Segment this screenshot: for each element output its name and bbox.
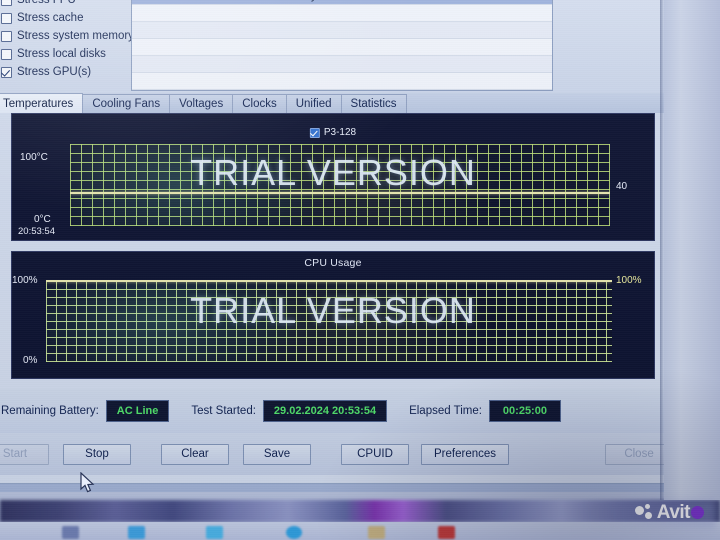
tab-label: Clocks bbox=[242, 98, 277, 110]
log-row-empty[interactable] bbox=[132, 39, 552, 56]
option-stress-gpus[interactable]: Stress GPU(s) bbox=[1, 63, 129, 81]
option-label: Stress FPU bbox=[17, 0, 76, 6]
taskbar-icon-browser[interactable] bbox=[128, 526, 145, 539]
battery-label: Remaining Battery: bbox=[1, 405, 99, 417]
log-timestamp: 29.02.2024 20:54:00 bbox=[132, 0, 278, 2]
taskbar-icon-media[interactable] bbox=[438, 526, 455, 539]
taskbar-icon-round-app[interactable] bbox=[286, 526, 302, 539]
avito-wordmark: Avit bbox=[657, 503, 704, 522]
button-label: Start bbox=[2, 448, 28, 460]
option-stress-cache[interactable]: Stress cache bbox=[1, 9, 129, 27]
checkbox-stress-local-disks[interactable] bbox=[1, 48, 12, 60]
button-label: Stop bbox=[85, 448, 109, 460]
taskbar-icon-app[interactable] bbox=[206, 526, 223, 539]
button-label: Close bbox=[624, 448, 654, 460]
temperature-y-min-label: 0°C bbox=[34, 214, 51, 225]
save-button[interactable]: Save bbox=[243, 443, 311, 465]
test-started-value: 29.02.2024 20:53:54 bbox=[262, 400, 388, 422]
cpuid-button[interactable]: CPUID bbox=[341, 443, 409, 465]
tab-label: Temperatures bbox=[3, 97, 74, 110]
log-row-empty[interactable] bbox=[132, 5, 552, 22]
tab-label: Unified bbox=[295, 98, 332, 110]
start-button[interactable]: Start bbox=[0, 443, 49, 465]
graph-tab-bar: Temperatures Cooling Fans Voltages Clock… bbox=[0, 93, 673, 113]
tab-unified[interactable]: Unified bbox=[285, 94, 342, 113]
tab-label: Statistics bbox=[350, 98, 397, 110]
temperature-graph-panel: P3-128 100°C 0°C 20:53:54 40 TRIAL VERSI… bbox=[11, 113, 655, 241]
button-bar: Start Stop Clear Save CPUID Preferences … bbox=[0, 433, 673, 475]
taskbar-icon-folder[interactable] bbox=[368, 526, 385, 539]
avito-o-dot-icon bbox=[691, 506, 704, 519]
cpu-usage-graph-panel: CPU Usage 100% 0% 100% TRIAL VERSION bbox=[11, 251, 655, 379]
temperature-current-value: 40 bbox=[616, 181, 628, 192]
tab-label: Voltages bbox=[179, 98, 224, 110]
button-label: CPUID bbox=[357, 448, 393, 460]
cpu-usage-y-min-label: 0% bbox=[23, 355, 38, 366]
battery-value: AC Line bbox=[105, 400, 170, 422]
stop-button[interactable]: Stop bbox=[63, 443, 131, 465]
checkbox-stress-system-memory[interactable] bbox=[1, 30, 12, 42]
tab-statistics[interactable]: Statistics bbox=[340, 94, 407, 113]
log-message: Stability Test: Started bbox=[278, 0, 381, 2]
avito-watermark: Avit bbox=[634, 503, 704, 522]
option-label: Stress local disks bbox=[17, 48, 106, 60]
temperature-legend[interactable]: P3-128 bbox=[309, 127, 357, 138]
monitor-photo: Stress FPU Stress cache Stress system me… bbox=[0, 0, 720, 540]
event-log-list[interactable]: 29.02.2024 20:54:00 Stability Test: Star… bbox=[131, 0, 553, 91]
temperature-grid bbox=[70, 144, 610, 226]
tab-clocks[interactable]: Clocks bbox=[232, 94, 287, 113]
stress-options-group: Stress FPU Stress cache Stress system me… bbox=[1, 0, 134, 81]
clear-button[interactable]: Clear bbox=[161, 443, 229, 465]
button-label: Save bbox=[263, 448, 291, 460]
cpu-usage-y-max-label: 100% bbox=[12, 275, 38, 286]
preferences-button[interactable]: Preferences bbox=[421, 443, 510, 465]
aida64-stability-test-window: Stress FPU Stress cache Stress system me… bbox=[0, 0, 674, 484]
test-started-label: Test Started: bbox=[191, 405, 256, 417]
status-bar: Remaining Battery: AC Line Test Started:… bbox=[0, 389, 673, 433]
mouse-cursor bbox=[80, 471, 96, 499]
checkbox-stress-cache[interactable] bbox=[1, 12, 12, 24]
tab-voltages[interactable]: Voltages bbox=[169, 94, 234, 113]
option-label: Stress GPU(s) bbox=[17, 66, 92, 78]
tab-temperatures[interactable]: Temperatures bbox=[0, 93, 84, 113]
option-label: Stress system memory bbox=[17, 30, 134, 42]
cpu-usage-grid bbox=[46, 280, 612, 362]
temperature-x-start-label: 20:53:54 bbox=[18, 226, 55, 237]
checkbox-stress-gpus[interactable] bbox=[1, 66, 12, 78]
log-row-empty[interactable] bbox=[132, 56, 552, 73]
button-label: Clear bbox=[181, 448, 209, 460]
tab-cooling-fans[interactable]: Cooling Fans bbox=[82, 94, 171, 113]
taskbar-icon-explorer[interactable] bbox=[62, 526, 79, 539]
option-label: Stress cache bbox=[17, 12, 84, 24]
tab-label: Cooling Fans bbox=[92, 98, 161, 110]
avito-dots-icon bbox=[634, 504, 654, 521]
checkbox-stress-fpu[interactable] bbox=[1, 0, 12, 6]
option-stress-fpu[interactable]: Stress FPU bbox=[1, 0, 129, 9]
cpu-usage-series-line bbox=[46, 280, 612, 282]
cpu-usage-plot-area bbox=[46, 280, 612, 362]
desktop-background-right bbox=[664, 0, 720, 500]
elapsed-time-label: Elapsed Time: bbox=[409, 405, 482, 417]
top-section: Stress FPU Stress cache Stress system me… bbox=[0, 0, 673, 93]
log-row-empty[interactable] bbox=[132, 73, 552, 90]
option-stress-system-memory[interactable]: Stress system memory bbox=[1, 27, 134, 45]
temperature-series-line bbox=[70, 192, 610, 194]
elapsed-time-value: 00:25:00 bbox=[488, 400, 561, 422]
log-row-empty[interactable] bbox=[132, 22, 552, 39]
legend-checkbox-p3-128[interactable] bbox=[309, 127, 320, 138]
legend-label: P3-128 bbox=[323, 127, 357, 138]
option-stress-local-disks[interactable]: Stress local disks bbox=[1, 45, 129, 63]
temperature-plot-area bbox=[70, 144, 610, 226]
avito-brand-text: Avit bbox=[656, 502, 691, 523]
window-right-edge bbox=[660, 0, 664, 500]
cpu-usage-title: CPU Usage bbox=[304, 257, 362, 269]
temperature-y-max-label: 100°C bbox=[20, 152, 48, 163]
button-label: Preferences bbox=[434, 448, 497, 460]
cpu-usage-current-value: 100% bbox=[616, 275, 642, 286]
